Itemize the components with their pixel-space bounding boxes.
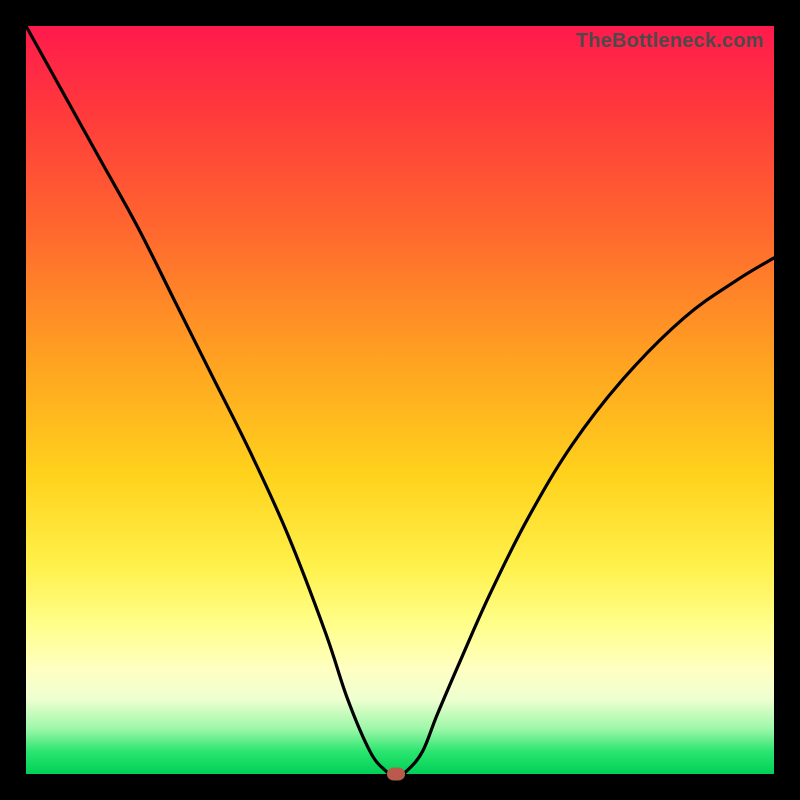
bottleneck-curve (26, 26, 774, 774)
plot-area: TheBottleneck.com (26, 26, 774, 774)
optimum-marker-icon (387, 768, 405, 781)
chart-frame: TheBottleneck.com (0, 0, 800, 800)
